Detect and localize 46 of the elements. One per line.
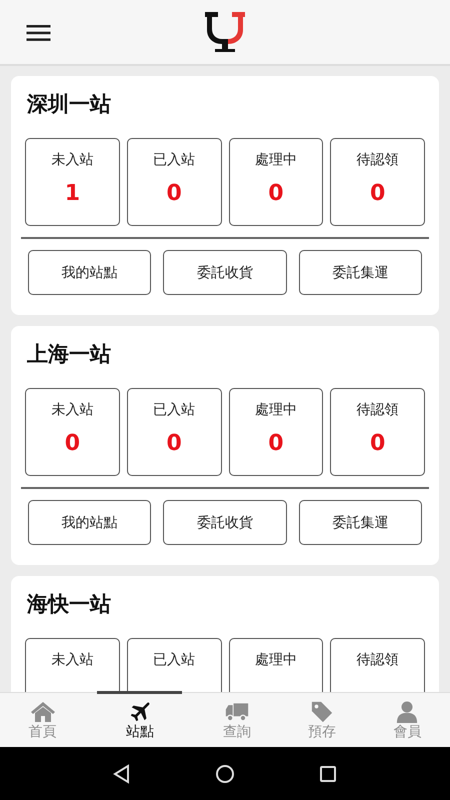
stat-count: 1: [64, 181, 80, 206]
action-button[interactable]: 委託收貨: [163, 250, 287, 295]
stat-label: 未入站: [51, 401, 94, 419]
action-button[interactable]: 委託集運: [298, 500, 422, 545]
stat-label: 待認領: [356, 651, 399, 669]
stat-tile[interactable]: 未入站 1: [25, 138, 120, 226]
action-button[interactable]: 我的站點: [28, 250, 152, 295]
stat-label: 未入站: [51, 151, 94, 169]
action-button[interactable]: 委託收貨: [163, 500, 287, 545]
action-button[interactable]: 我的站點: [28, 500, 152, 545]
stat-count: 0: [64, 431, 80, 456]
stat-tile[interactable]: 待認領 0: [330, 388, 425, 476]
stat-label: 已入站: [153, 651, 196, 669]
stat-count: 0: [268, 431, 284, 456]
home-circle-icon[interactable]: [214, 764, 235, 784]
stat-label: 處理中: [254, 151, 297, 169]
stat-tile[interactable]: 處理中 0: [228, 138, 324, 226]
stat-count: 0: [166, 431, 182, 456]
stat-label: 已入站: [153, 151, 196, 169]
stat-count: 0: [166, 181, 182, 206]
menu-icon[interactable]: [26, 24, 51, 42]
stat-count: 0: [370, 431, 386, 456]
recents-icon[interactable]: [318, 764, 338, 784]
stat-tile[interactable]: 已入站 0: [126, 138, 222, 226]
station-name: 海快一站: [27, 591, 112, 618]
logo-icon: [203, 10, 247, 54]
stat-tile[interactable]: 待認領 0: [330, 138, 425, 226]
station-name: 上海一站: [27, 341, 112, 368]
stat-count: 0: [268, 181, 284, 206]
stat-tile[interactable]: 已入站 0: [126, 388, 222, 476]
stat-count: 0: [370, 181, 386, 206]
stat-label: 未入站: [51, 651, 94, 669]
truck-icon: [225, 700, 249, 722]
tag-icon: [310, 700, 334, 722]
stat-label: 待認領: [356, 151, 399, 169]
back-icon[interactable]: [112, 764, 132, 784]
house-icon: [30, 700, 55, 722]
station-name: 深圳一站: [27, 91, 112, 118]
stat-label: 已入站: [153, 401, 196, 419]
stat-tile[interactable]: 未入站 0: [25, 388, 120, 476]
stat-label: 待認領: [356, 401, 399, 419]
stat-tile[interactable]: 處理中 0: [228, 388, 324, 476]
action-button[interactable]: 委託集運: [298, 250, 422, 295]
stat-label: 處理中: [254, 651, 297, 669]
person-icon: [395, 700, 420, 722]
stat-label: 處理中: [254, 401, 297, 419]
